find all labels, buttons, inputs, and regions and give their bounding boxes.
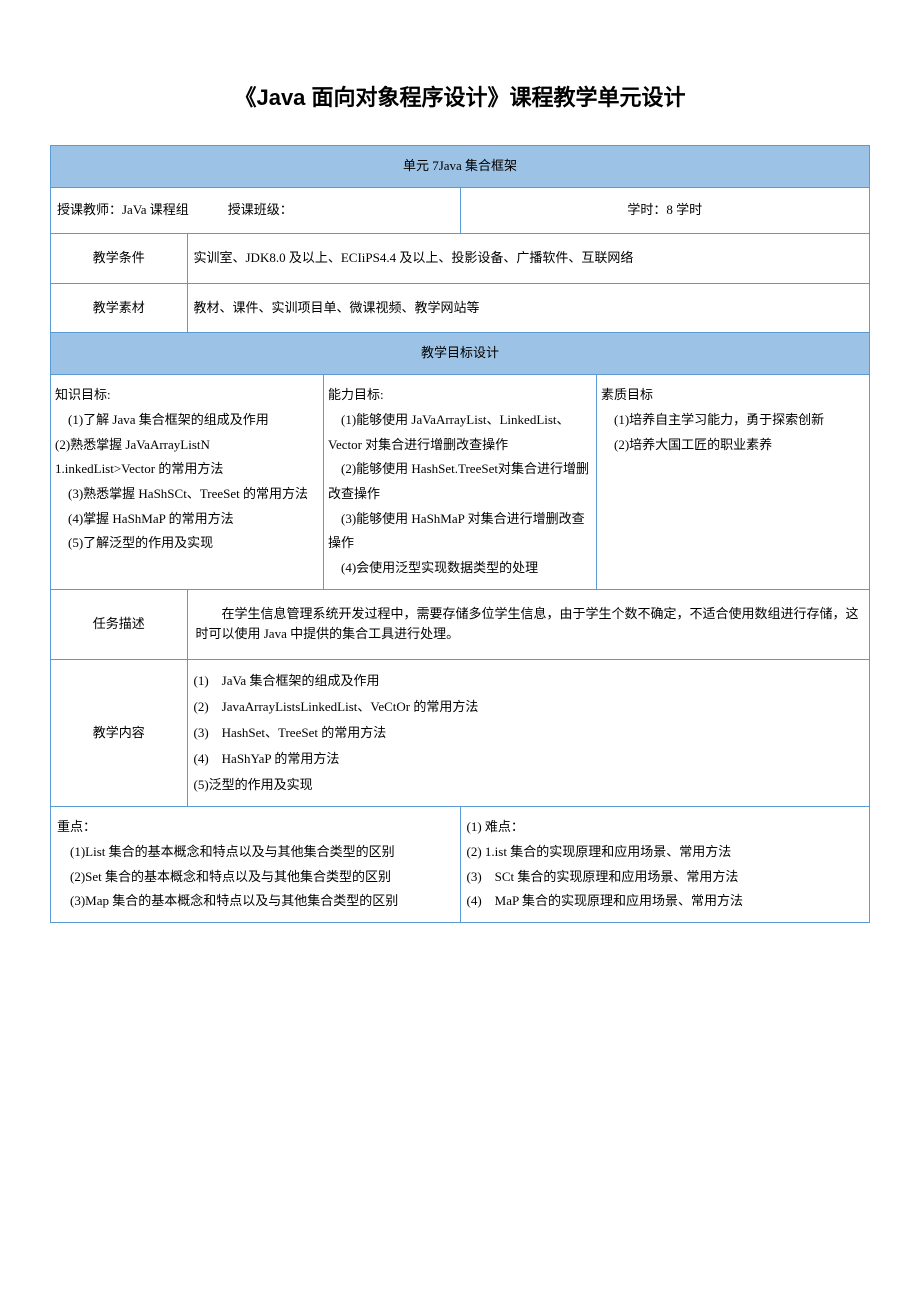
task-label: 任务描述 — [51, 589, 188, 660]
content-item-4: (4) HaShYaP 的常用方法 — [194, 746, 864, 772]
unit-design-table: 单元 7Java 集合框架 授课教师：JaVa 课程组 授课班级： 学时：8 学… — [50, 145, 870, 923]
ability-item-1: (1)能够使用 JaVaArrayList、LinkedList、Vector … — [328, 408, 592, 457]
keypoint-3: (3)Map 集合的基本概念和特点以及与其他集合类型的区别 — [57, 889, 454, 914]
knowledge-item-6: (5)了解泛型的作用及实现 — [55, 531, 319, 556]
keypoint-2: (2)Set 集合的基本概念和特点以及与其他集合类型的区别 — [57, 865, 454, 890]
content-item-2: (2) JavaArrayListsLinkedList、VeCtOr 的常用方… — [194, 694, 864, 720]
keypoints-title: 重点： — [57, 815, 454, 840]
knowledge-title: 知识目标: — [55, 383, 319, 408]
quality-goals: 素质目标 (1)培养自主学习能力，勇于探索创新 (2)培养大国工匠的职业素养 — [597, 375, 870, 590]
class-label: 授课班级： — [228, 202, 293, 217]
hours-cell: 学时：8 学时 — [460, 187, 870, 233]
knowledge-goals: 知识目标: (1)了解 Java 集合框架的组成及作用 (2)熟悉掌握 JaVa… — [51, 375, 324, 590]
content-label: 教学内容 — [51, 660, 188, 807]
content-value: (1) JaVa 集合框架的组成及作用 (2) JavaArrayListsLi… — [187, 660, 870, 807]
ability-goals: 能力目标: (1)能够使用 JaVaArrayList、LinkedList、V… — [324, 375, 597, 590]
conditions-value: 实训室、JDK8.0 及以上、ECIiPS4.4 及以上、投影设备、广播软件、互… — [187, 233, 870, 283]
conditions-label: 教学条件 — [51, 233, 188, 283]
key-points: 重点： (1)List 集合的基本概念和特点以及与其他集合类型的区别 (2)Se… — [51, 807, 461, 923]
content-item-5: (5)泛型的作用及实现 — [194, 772, 864, 798]
ability-item-3: (3)能够使用 HaShMaP 对集合进行增删改查操作 — [328, 507, 592, 556]
difficulties: (1) 难点： (2) 1.ist 集合的实现原理和应用场景、常用方法 (3) … — [460, 807, 870, 923]
knowledge-item-2: (2)熟悉掌握 JaVaArrayListN — [55, 433, 319, 458]
materials-label: 教学素材 — [51, 283, 188, 333]
knowledge-item-3: 1.inkedList>Vector 的常用方法 — [55, 457, 319, 482]
content-item-1: (1) JaVa 集合框架的组成及作用 — [194, 668, 864, 694]
difficulties-title: (1) 难点： — [467, 815, 864, 840]
quality-item-2: (2)培养大国工匠的职业素养 — [601, 433, 865, 458]
teacher-cell: 授课教师：JaVa 课程组 授课班级： — [51, 187, 461, 233]
materials-value: 教材、课件、实训项目单、微课视频、教学网站等 — [187, 283, 870, 333]
keypoint-1: (1)List 集合的基本概念和特点以及与其他集合类型的区别 — [57, 840, 454, 865]
teacher-label: 授课教师：JaVa 课程组 — [57, 202, 189, 217]
knowledge-item-5: (4)掌握 HaShMaP 的常用方法 — [55, 507, 319, 532]
quality-title: 素质目标 — [601, 383, 865, 408]
task-value: 在学生信息管理系统开发过程中，需要存储多位学生信息，由于学生个数不确定，不适合使… — [187, 589, 870, 660]
ability-item-4: (4)会使用泛型实现数据类型的处理 — [328, 556, 592, 581]
unit-header: 单元 7Java 集合框架 — [51, 146, 870, 188]
ability-item-2: (2)能够使用 HashSet.TreeSet对集合进行增删改查操作 — [328, 457, 592, 506]
difficulty-1: (2) 1.ist 集合的实现原理和应用场景、常用方法 — [467, 840, 864, 865]
difficulty-3: (4) MaP 集合的实现原理和应用场景、常用方法 — [467, 889, 864, 914]
page-title: 《Java 面向对象程序设计》课程教学单元设计 — [50, 80, 870, 115]
goals-header: 教学目标设计 — [51, 333, 870, 375]
content-item-3: (3) HashSet、TreeSet 的常用方法 — [194, 720, 864, 746]
quality-item-1: (1)培养自主学习能力，勇于探索创新 — [601, 408, 865, 433]
knowledge-item-4: (3)熟悉掌握 HaShSCt、TreeSet 的常用方法 — [55, 482, 319, 507]
ability-title: 能力目标: — [328, 383, 592, 408]
knowledge-item-1: (1)了解 Java 集合框架的组成及作用 — [55, 408, 319, 433]
difficulty-2: (3) SCt 集合的实现原理和应用场景、常用方法 — [467, 865, 864, 890]
